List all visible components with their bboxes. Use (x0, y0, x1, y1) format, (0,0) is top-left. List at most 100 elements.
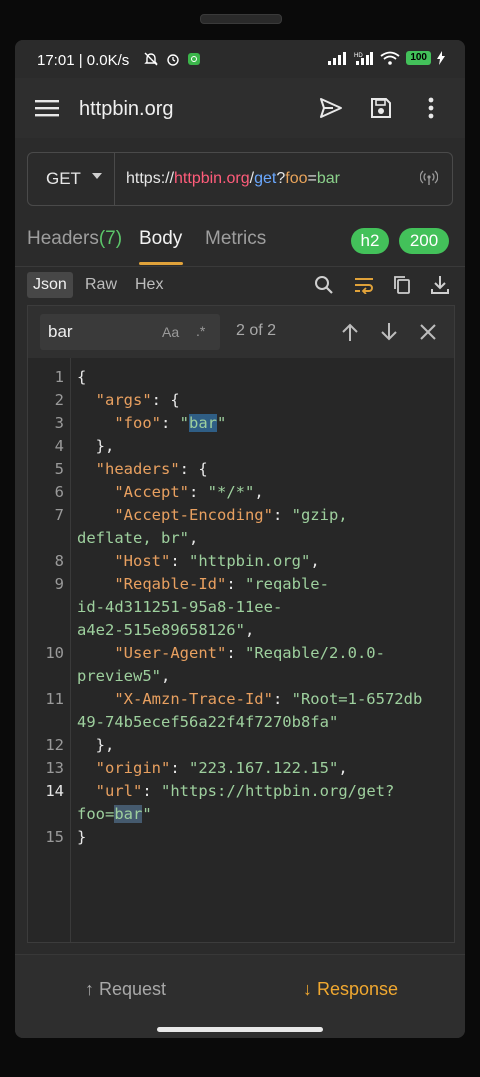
signal-icon (328, 52, 347, 65)
search-icon (315, 276, 333, 294)
previous-match-button[interactable] (338, 320, 362, 344)
code-line: "foo": "bar" (114, 414, 227, 432)
wifi-icon (380, 51, 400, 65)
antenna-icon[interactable] (419, 169, 439, 192)
mute-bell-icon (144, 52, 158, 66)
method-dropdown[interactable]: GET (28, 153, 115, 205)
save-button[interactable] (363, 90, 399, 126)
code-line: { (77, 368, 87, 386)
format-hex-button[interactable]: Hex (129, 272, 169, 298)
active-tab-indicator (139, 262, 183, 265)
response-tab-button[interactable]: ↓ Response (303, 979, 398, 1000)
search-match-current: bar (189, 414, 218, 432)
line-number-gutter: 1 2 3 4 5 6 7 8 9 10 11 12 13 14 15 (28, 358, 71, 942)
code-line: "Host": "httpbin.org", (114, 552, 320, 570)
match-count: 2 of 2 (236, 322, 277, 339)
code-line: "Reqable-Id": "reqable- (114, 575, 329, 593)
code-line: "url": "https://httpbin.org/get? (95, 782, 395, 800)
line-number: 3 (54, 414, 64, 432)
method-label: GET (46, 169, 81, 188)
line-number: 13 (45, 759, 64, 777)
search-match: bar (114, 805, 143, 823)
line-number: 10 (45, 644, 64, 662)
home-indicator[interactable] (157, 1027, 323, 1032)
bottom-navigation: ↑ Request ↓ Response (15, 954, 465, 1038)
send-icon (320, 98, 342, 118)
line-number: 15 (45, 828, 64, 846)
copy-button[interactable] (389, 272, 415, 298)
code-line: deflate, br", (77, 529, 199, 547)
code-line: "Accept-Encoding": "gzip, (114, 506, 348, 524)
search-button[interactable] (311, 272, 337, 298)
match-case-toggle[interactable]: Aa (162, 324, 179, 340)
status-badge: 200 (399, 228, 449, 254)
download-button[interactable] (427, 272, 453, 298)
find-bar: bar Aa .* 2 of 2 (27, 305, 455, 359)
code-line: preview5", (77, 667, 171, 685)
line-number: 11 (45, 690, 64, 708)
hamburger-icon (35, 100, 59, 117)
charging-icon (437, 51, 445, 65)
code-line: "Accept": "*/*", (114, 483, 264, 501)
code-line: a4e2-515e89658126", (77, 621, 255, 639)
code-line: } (77, 828, 87, 846)
status-time: 17:01 | 0.0K/s (37, 52, 130, 69)
close-icon (420, 324, 436, 340)
regex-toggle[interactable]: .* (196, 323, 205, 339)
status-icons-left (143, 51, 201, 67)
code-line: "args": { (95, 391, 180, 409)
request-url-bar: GET https://httpbin.org/get?foo=bar (27, 152, 453, 206)
send-button[interactable] (313, 90, 349, 126)
status-bar: 17:01 | 0.0K/s HD 100 (15, 40, 465, 78)
arrow-up-icon (342, 323, 358, 341)
line-number: 7 (54, 506, 64, 524)
divider (15, 266, 465, 267)
page-title: httpbin.org (79, 98, 174, 120)
code-line: "User-Agent": "Reqable/2.0.0- (114, 644, 385, 662)
search-input-value: bar (48, 322, 73, 341)
alarm-icon (167, 54, 179, 66)
battery-icon: 100 (406, 51, 431, 65)
menu-button[interactable] (29, 90, 65, 126)
tab-metrics[interactable]: Metrics (205, 228, 266, 250)
code-line: "origin": "223.167.122.15", (95, 759, 348, 777)
more-options-button[interactable] (413, 90, 449, 126)
line-number: 6 (54, 483, 64, 501)
phone-frame: 17:01 | 0.0K/s HD 100 httpbin.org GET ht… (0, 0, 480, 1077)
url-field[interactable]: https://httpbin.org/get?foo=bar (126, 170, 340, 188)
request-tab-button[interactable]: ↑ Request (85, 979, 166, 1000)
format-raw-button[interactable]: Raw (79, 272, 123, 298)
code-line: }, (95, 437, 115, 455)
search-input[interactable]: bar Aa .* (40, 314, 220, 350)
speaker-grille (200, 14, 282, 24)
tab-body[interactable]: Body (139, 228, 182, 250)
protocol-badge: h2 (351, 228, 389, 254)
next-match-button[interactable] (377, 320, 401, 344)
download-icon (431, 276, 449, 294)
close-find-button[interactable] (416, 320, 440, 344)
format-json-button[interactable]: Json (27, 272, 73, 298)
tab-headers[interactable]: Headers(7) (27, 228, 122, 250)
app-screen: 17:01 | 0.0K/s HD 100 httpbin.org GET ht… (15, 40, 465, 1038)
wrap-lines-button[interactable] (351, 272, 377, 298)
app-bar: httpbin.org (15, 78, 465, 138)
line-number: 2 (54, 391, 64, 409)
line-number: 12 (45, 736, 64, 754)
wrap-text-icon (355, 278, 373, 294)
app-notification-icon (188, 53, 200, 65)
chevron-down-icon (92, 173, 102, 179)
signal-hd-icon: HD (354, 52, 374, 65)
response-tabs: Headers(7) Body Metrics h2 200 (15, 218, 465, 266)
line-number: 8 (54, 552, 64, 570)
code-line: 49-74b5ecef56a22f4f7270b8fa" (77, 713, 339, 731)
arrow-down-icon (381, 323, 397, 341)
format-toolbar: Json Raw Hex (15, 270, 465, 302)
code-line: foo=bar" (77, 805, 152, 823)
line-number: 4 (54, 437, 64, 455)
more-vert-icon (428, 97, 434, 119)
json-body-viewer[interactable]: 1 2 3 4 5 6 7 8 9 10 11 12 13 14 15 { "a… (27, 358, 455, 943)
copy-icon (394, 276, 410, 294)
code-line: }, (95, 736, 115, 754)
save-icon (371, 98, 391, 118)
status-icons-right: HD 100 (328, 51, 445, 65)
